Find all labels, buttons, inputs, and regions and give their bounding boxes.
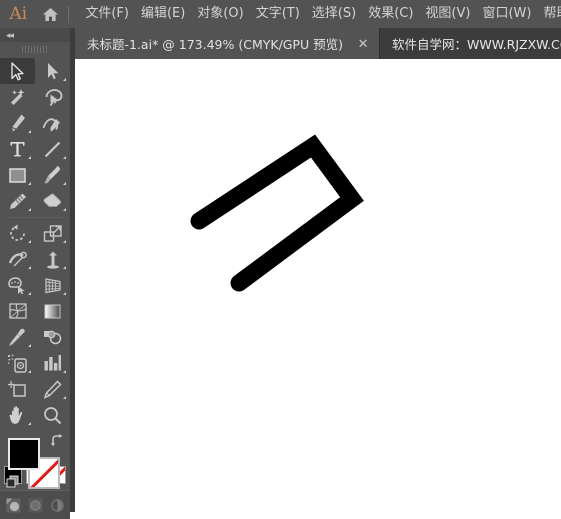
artwork-path[interactable]	[75, 59, 561, 512]
tool-panel-drag-handle[interactable]	[0, 42, 70, 56]
draw-normal-button[interactable]	[3, 495, 23, 515]
fill-stroke-controls	[0, 432, 70, 492]
tool-panel-collapse-button[interactable]: ◂◂	[0, 28, 70, 42]
document-tab-label: 未标题-1.ai* @ 173.49% (CMYK/GPU 预览)	[87, 37, 344, 52]
fill-swatch[interactable]	[8, 438, 40, 470]
menu-item-file[interactable]: 文件(F)	[79, 0, 135, 28]
chevron-double-left-icon: ◂◂	[6, 29, 14, 40]
tool-flyout-indicator	[28, 422, 31, 425]
tool-flyout-indicator	[28, 240, 31, 243]
line-segment-tool[interactable]	[35, 136, 70, 162]
tool-flyout-indicator	[63, 370, 66, 373]
tool-flyout-indicator	[63, 396, 66, 399]
width-tool[interactable]	[0, 246, 35, 272]
draw-mode-row	[0, 490, 70, 519]
type-tool[interactable]	[0, 136, 35, 162]
tool-flyout-indicator	[63, 78, 66, 81]
menu-item-select[interactable]: 选择(S)	[306, 0, 362, 28]
curvature-tool[interactable]	[35, 110, 70, 136]
lasso-tool[interactable]	[35, 84, 70, 110]
magic-wand-tool[interactable]	[0, 84, 35, 110]
paintbrush-tool[interactable]	[35, 162, 70, 188]
grip-lines-icon	[22, 45, 48, 53]
mesh-tool[interactable]	[0, 298, 35, 324]
blend-tool[interactable]	[35, 324, 70, 350]
close-icon[interactable]: ✕	[357, 37, 369, 50]
default-fill-stroke-icon[interactable]	[6, 475, 19, 488]
menu-bar: Ai 文件(F) 编辑(E) 对象(O) 文字(T) 选择(S) 效果(C) 视…	[0, 0, 561, 28]
direct-selection-tool[interactable]	[35, 58, 70, 84]
menu-item-effect[interactable]: 效果(C)	[362, 0, 419, 28]
scale-tool[interactable]	[35, 220, 70, 246]
swap-fill-stroke-icon[interactable]	[50, 434, 64, 448]
gradient-tool[interactable]	[35, 298, 70, 324]
tool-flyout-indicator	[28, 370, 31, 373]
watermark-text: 软件自学网：WWW.RJZXW.COM	[392, 37, 561, 52]
symbol-sprayer-tool[interactable]	[0, 350, 35, 376]
tool-flyout-indicator	[28, 344, 31, 347]
illustrator-window: Ai 文件(F) 编辑(E) 对象(O) 文字(T) 选择(S) 效果(C) 视…	[0, 0, 561, 519]
tool-flyout-indicator	[28, 182, 31, 185]
selection-tool[interactable]	[0, 58, 35, 84]
document-tab[interactable]: 未标题-1.ai* @ 173.49% (CMYK/GPU 预览) ✕	[75, 28, 381, 59]
hand-tool[interactable]	[0, 402, 35, 428]
rotate-tool[interactable]	[0, 220, 35, 246]
perspective-grid-tool[interactable]	[35, 272, 70, 298]
rectangle-tool[interactable]	[0, 162, 35, 188]
menu-item-window[interactable]: 窗口(W)	[476, 0, 537, 28]
tool-flyout-indicator	[28, 292, 31, 295]
tool-flyout-indicator	[28, 130, 31, 133]
draw-behind-button[interactable]	[25, 495, 45, 515]
eraser-tool[interactable]	[35, 188, 70, 214]
zoom-tool[interactable]	[35, 402, 70, 428]
tool-flyout-indicator	[63, 292, 66, 295]
menu-item-edit[interactable]: 编辑(E)	[135, 0, 191, 28]
pen-tool[interactable]	[0, 110, 35, 136]
tool-panel: ◂◂	[0, 28, 70, 519]
tool-flyout-indicator	[63, 208, 66, 211]
tool-grid	[0, 58, 70, 428]
home-icon[interactable]	[37, 0, 66, 28]
free-transform-tool[interactable]	[35, 246, 70, 272]
menu-divider	[68, 5, 70, 23]
column-graph-tool[interactable]	[35, 350, 70, 376]
tool-flyout-indicator	[63, 182, 66, 185]
canvas-area[interactable]	[75, 59, 561, 512]
shaper-pencil-tool[interactable]	[0, 188, 35, 214]
artboard-tool[interactable]	[0, 376, 35, 402]
menu-item-object[interactable]: 对象(O)	[191, 0, 249, 28]
tool-flyout-indicator	[28, 208, 31, 211]
tool-flyout-indicator	[63, 240, 66, 243]
menu-item-help[interactable]: 帮助(	[537, 0, 561, 28]
ai-logo-icon: Ai	[9, 4, 28, 24]
tool-flyout-indicator	[63, 156, 66, 159]
tool-flyout-indicator	[63, 266, 66, 269]
menu-item-type[interactable]: 文字(T)	[250, 0, 306, 28]
shape-builder-tool[interactable]	[0, 272, 35, 298]
slice-tool[interactable]	[35, 376, 70, 402]
tool-flyout-indicator	[28, 156, 31, 159]
draw-inside-button[interactable]	[47, 495, 67, 515]
tool-flyout-indicator	[28, 266, 31, 269]
menu-items: 文件(F) 编辑(E) 对象(O) 文字(T) 选择(S) 效果(C) 视图(V…	[79, 0, 561, 28]
menu-item-view[interactable]: 视图(V)	[419, 0, 476, 28]
eyedropper-tool[interactable]	[0, 324, 35, 350]
document-tab-bar: 未标题-1.ai* @ 173.49% (CMYK/GPU 预览) ✕ 软件自学…	[75, 28, 561, 59]
